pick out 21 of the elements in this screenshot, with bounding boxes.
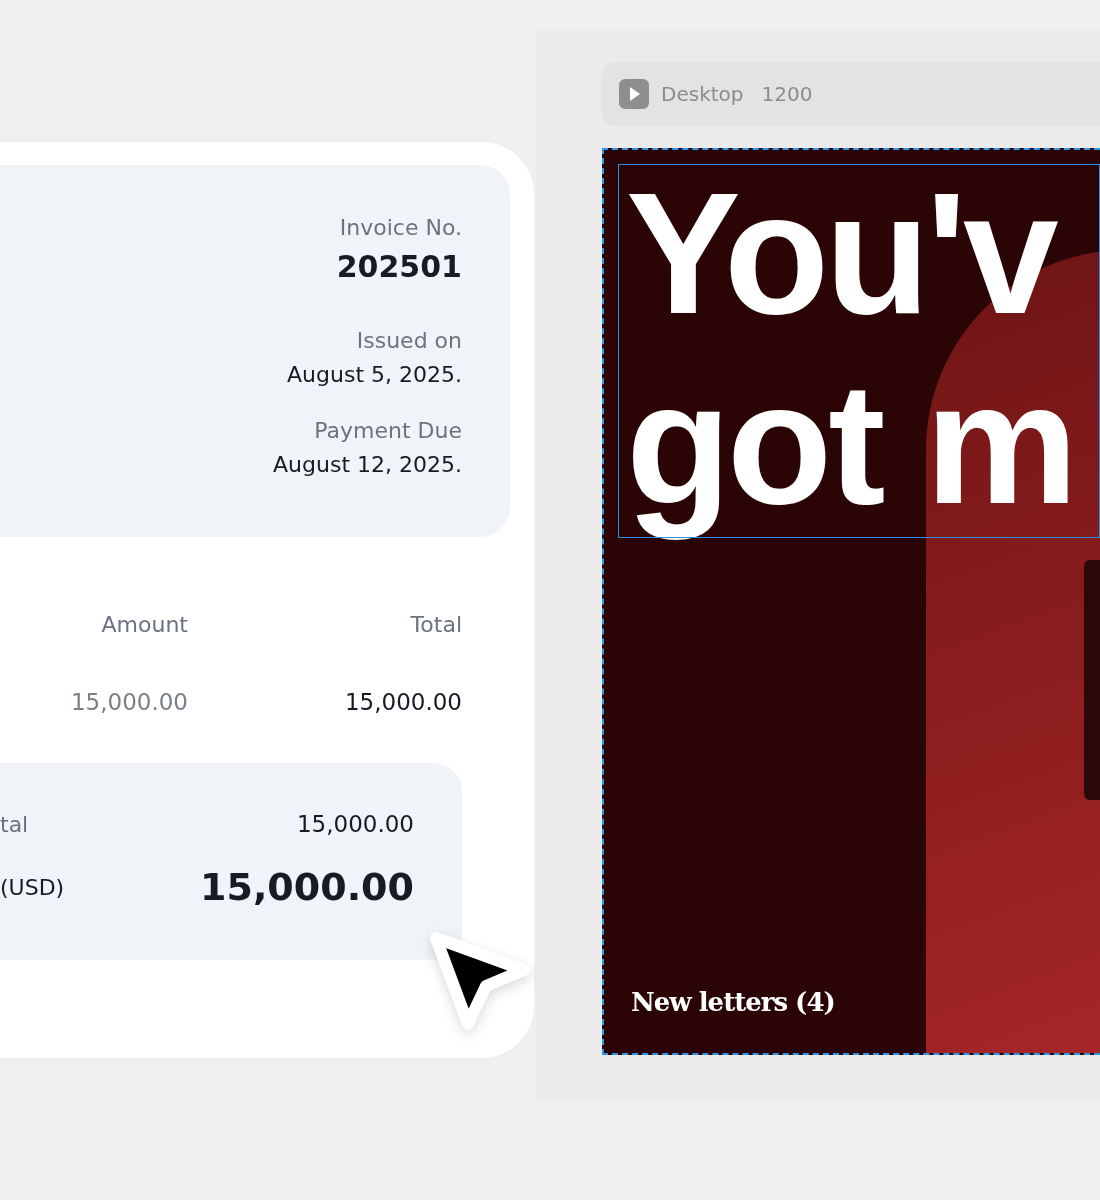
frame-width: 1200 bbox=[761, 82, 813, 106]
due-date: August 12, 2025. bbox=[273, 451, 462, 479]
frame-name: Desktop bbox=[661, 82, 744, 106]
invoice-number: 202501 bbox=[336, 249, 462, 284]
design-frame[interactable]: You'v got m New letters (4) bbox=[602, 148, 1100, 1055]
headline-text: got m bbox=[626, 348, 1075, 538]
subtotal-label: tal bbox=[0, 811, 29, 837]
invoice-number-label: Invoice No. bbox=[339, 214, 462, 242]
due-label: Payment Due bbox=[314, 417, 462, 445]
issued-label: Issued on bbox=[356, 327, 462, 355]
issued-date: August 5, 2025. bbox=[287, 361, 462, 389]
table-cell: 15,000.00 bbox=[70, 689, 188, 715]
table-cell: 15,000.00 bbox=[344, 689, 462, 715]
total-value: 15,000.00 bbox=[200, 865, 414, 909]
play-icon[interactable] bbox=[619, 79, 649, 109]
headline-text: You'v bbox=[626, 158, 1055, 348]
total-label: (USD) bbox=[0, 874, 65, 900]
column-header: Total bbox=[410, 612, 462, 637]
caption-text: New letters (4) bbox=[631, 987, 835, 1017]
subtotal-value: 15,000.00 bbox=[296, 811, 414, 837]
column-header: Amount bbox=[101, 612, 188, 637]
